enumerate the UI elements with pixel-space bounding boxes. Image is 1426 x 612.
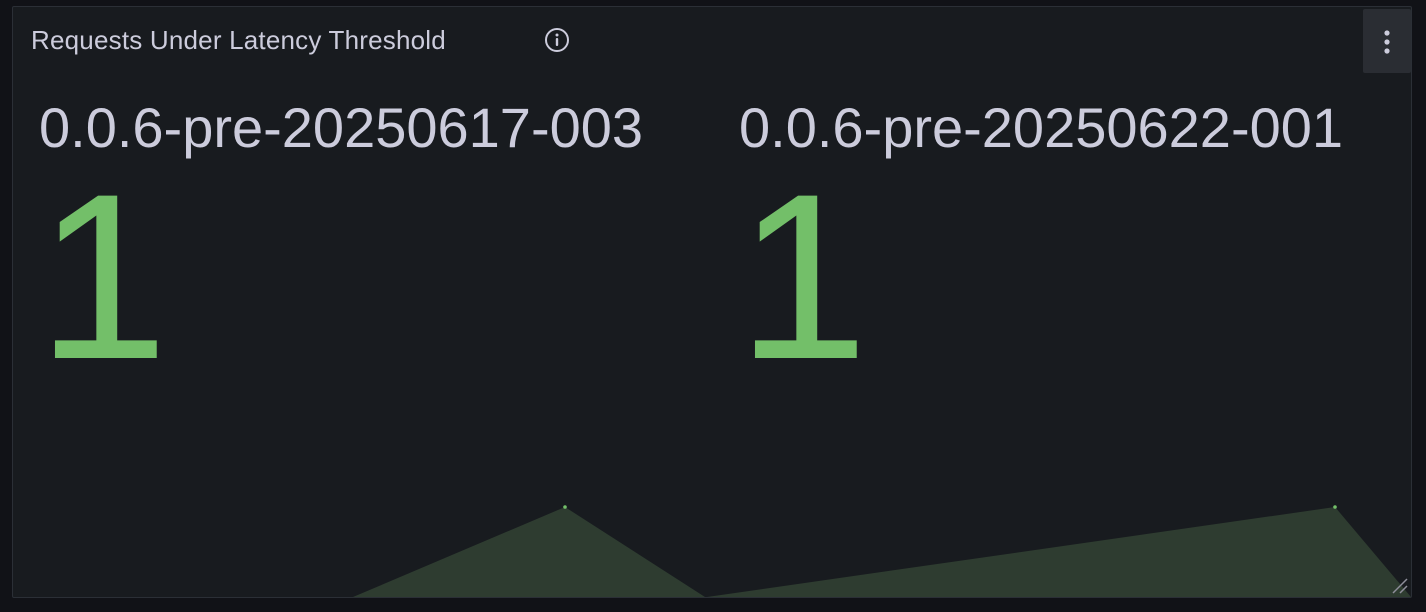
sparkline-point-2 <box>1333 505 1337 509</box>
sparkline-area <box>353 505 1411 597</box>
sparkline-series-2 <box>707 507 1411 597</box>
kebab-menu-icon <box>1384 30 1390 54</box>
info-icon[interactable] <box>543 26 571 54</box>
stat-value: 1 <box>37 145 169 409</box>
stat-item: 0.0.6-pre-20250617-003 1 <box>37 97 719 409</box>
stat-item: 0.0.6-pre-20250622-001 1 <box>737 97 1359 409</box>
sparkline-series-1 <box>353 507 705 597</box>
panel-menu-button[interactable] <box>1363 9 1411 73</box>
stat-panel: Requests Under Latency Threshold 0.0.6-p… <box>12 6 1412 598</box>
panel-header: Requests Under Latency Threshold <box>13 7 1411 73</box>
sparkline-point-1 <box>563 505 567 509</box>
panel-title: Requests Under Latency Threshold <box>31 25 446 55</box>
stat-value: 1 <box>737 145 869 409</box>
resize-handle-icon[interactable] <box>1389 575 1409 595</box>
